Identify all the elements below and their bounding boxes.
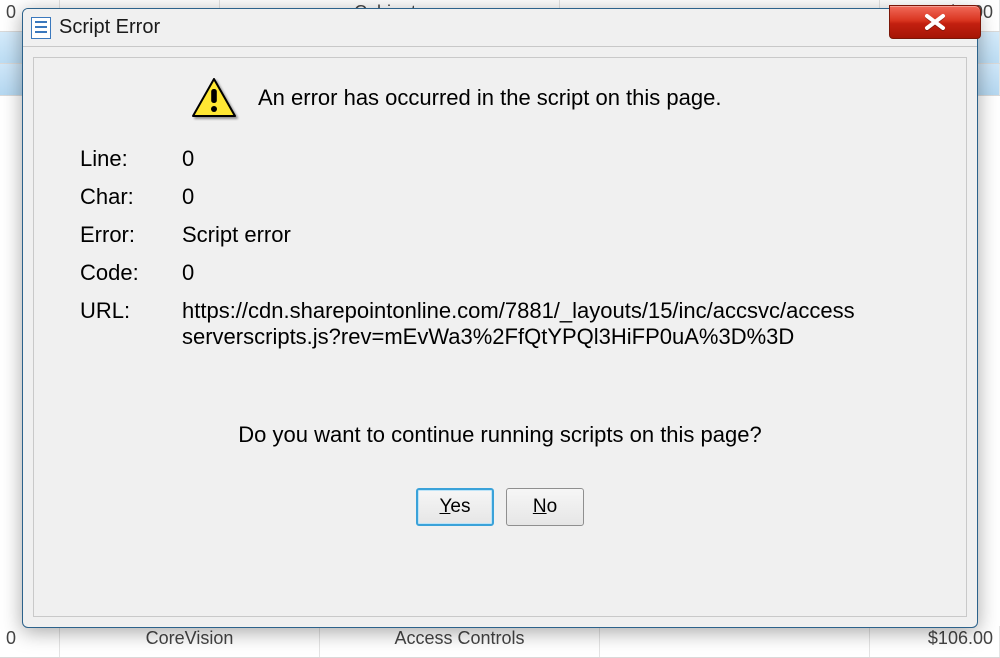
- yes-rest: es: [450, 496, 470, 517]
- bg-cell: [600, 626, 870, 657]
- dialog-buttons: Yes No: [72, 488, 928, 526]
- script-error-dialog: Script Error An error has occurred in th…: [22, 8, 978, 628]
- bg-cell: 0: [0, 626, 60, 657]
- yes-button[interactable]: Yes: [416, 488, 494, 526]
- bg-cell: $106.00: [870, 626, 1000, 657]
- no-button[interactable]: No: [506, 488, 584, 526]
- bg-cell: CoreVision: [60, 626, 320, 657]
- title-icons: Script Error: [31, 16, 160, 39]
- no-mnemonic: N: [533, 496, 547, 517]
- value-code: 0: [182, 260, 860, 286]
- inner-panel: An error has occurred in the script on t…: [33, 57, 967, 617]
- label-url: URL:: [80, 298, 172, 350]
- dialog-title: Script Error: [59, 16, 160, 39]
- value-char: 0: [182, 184, 860, 210]
- no-rest: o: [547, 496, 558, 517]
- yes-mnemonic: Y: [439, 496, 450, 517]
- error-details: Line: 0 Char: 0 Error: Script error Code…: [80, 146, 860, 350]
- bg-cell: Access Controls: [320, 626, 600, 657]
- warning-icon: [192, 78, 236, 118]
- value-line: 0: [182, 146, 860, 172]
- close-button[interactable]: [889, 5, 981, 39]
- label-code: Code:: [80, 260, 172, 286]
- bg-row: 0 CoreVision Access Controls $106.00: [0, 626, 1000, 658]
- value-error: Script error: [182, 222, 860, 248]
- label-line: Line:: [80, 146, 172, 172]
- continue-prompt: Do you want to continue running scripts …: [72, 422, 928, 448]
- header-row: An error has occurred in the script on t…: [192, 78, 928, 118]
- close-icon: [921, 13, 949, 31]
- error-headline: An error has occurred in the script on t…: [258, 85, 721, 111]
- titlebar: Script Error: [23, 9, 977, 47]
- value-url: https://cdn.sharepointonline.com/7881/_l…: [182, 298, 860, 350]
- dialog-body: An error has occurred in the script on t…: [23, 47, 977, 627]
- label-error: Error:: [80, 222, 172, 248]
- document-icon: [31, 17, 51, 39]
- label-char: Char:: [80, 184, 172, 210]
